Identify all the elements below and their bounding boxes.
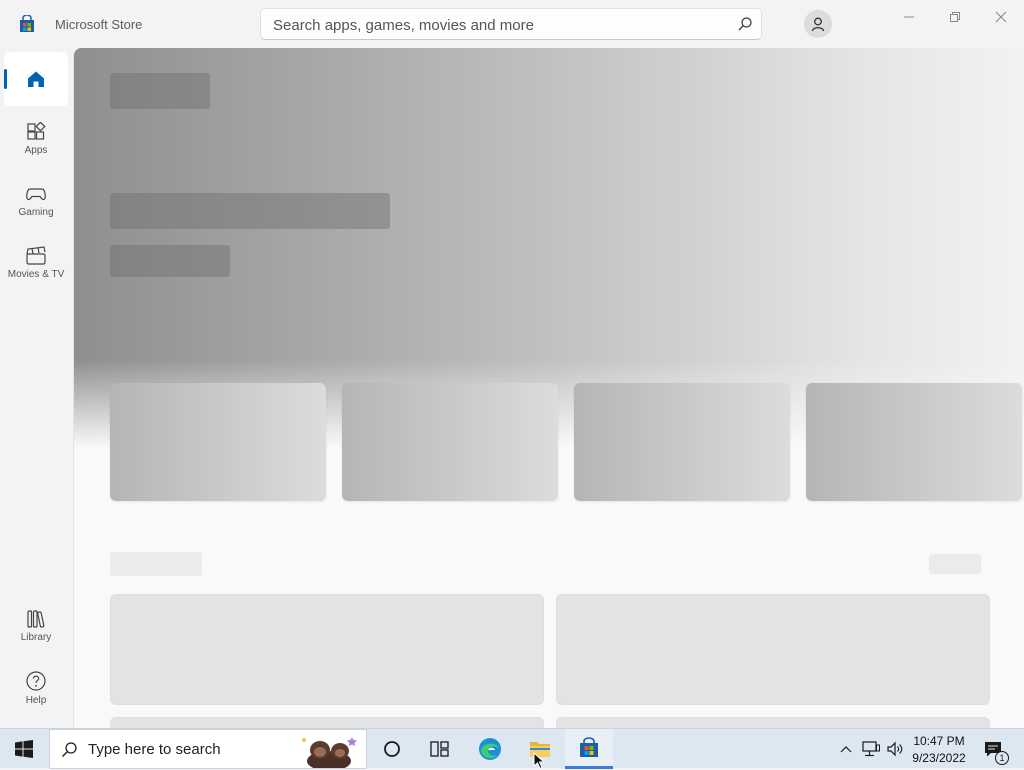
nav-item-help[interactable]: Help — [4, 659, 68, 717]
taskbar-microsoft-store[interactable] — [565, 729, 613, 769]
cortana-button[interactable] — [368, 729, 416, 769]
nav-item-label: Movies & TV — [7, 269, 65, 280]
search-icon — [62, 742, 77, 757]
microsoft-store-logo-icon — [20, 15, 34, 32]
start-button[interactable] — [0, 729, 48, 769]
taskbar-search-box[interactable]: Type here to search — [49, 729, 367, 769]
search-input[interactable] — [271, 9, 725, 41]
nav-item-movies-tv[interactable]: Movies & TV — [4, 234, 68, 292]
mouse-cursor-icon — [533, 752, 545, 770]
network-icon — [862, 741, 880, 757]
search-icon[interactable] — [737, 16, 753, 32]
nav-item-library[interactable]: Library — [4, 597, 68, 655]
app-title: Microsoft Store — [55, 17, 143, 32]
clock-time: 10:47 PM — [913, 733, 965, 748]
action-center-button[interactable]: 1 — [978, 729, 1009, 769]
nav-item-gaming[interactable]: Gaming — [4, 172, 68, 230]
hero-title-placeholder — [110, 193, 390, 229]
task-view-icon — [430, 741, 449, 757]
gamepad-icon — [26, 188, 46, 201]
notification-count-badge: 1 — [995, 751, 1009, 765]
apps-icon — [27, 122, 46, 140]
nav-item-label: Library — [20, 632, 52, 643]
close-icon — [995, 11, 1007, 23]
help-icon — [26, 671, 46, 691]
see-all-placeholder[interactable] — [929, 554, 981, 574]
edge-browser-icon — [479, 738, 501, 760]
nav-item-label: Gaming — [18, 207, 54, 218]
app-card-placeholder[interactable] — [110, 717, 544, 728]
speaker-icon — [887, 741, 903, 757]
app-card-placeholder[interactable] — [556, 594, 990, 705]
taskbar-search-placeholder: Type here to search — [88, 741, 221, 758]
minimize-icon — [904, 16, 914, 18]
featured-tile-placeholder[interactable] — [110, 383, 326, 501]
windows-logo-icon — [15, 740, 33, 758]
cortana-circle-icon — [384, 741, 400, 757]
featured-tile-placeholder[interactable] — [806, 383, 1022, 501]
nav-item-label: Help — [25, 695, 47, 706]
close-button[interactable] — [978, 6, 1024, 28]
taskbar-edge[interactable] — [466, 729, 514, 769]
nav-item-apps[interactable]: Apps — [4, 110, 68, 168]
library-icon — [27, 610, 45, 628]
taskbar-file-explorer[interactable] — [516, 729, 564, 770]
windows-taskbar: Type here to search 10:47 PM 9/23/2022 1 — [0, 728, 1024, 770]
featured-tile-placeholder[interactable] — [574, 383, 790, 501]
store-search-box[interactable] — [260, 8, 762, 41]
account-button[interactable] — [804, 10, 832, 38]
restore-button[interactable] — [932, 6, 978, 28]
nav-item-label: Apps — [24, 145, 48, 156]
home-content — [73, 48, 1024, 728]
chevron-up-icon — [840, 746, 852, 753]
featured-tile-placeholder[interactable] — [342, 383, 558, 501]
task-view-button[interactable] — [416, 729, 464, 769]
volume-button[interactable] — [884, 729, 906, 769]
microsoft-store-icon — [580, 736, 598, 757]
navigation-rail: Apps Gaming Movies & TV Library Help — [0, 48, 72, 728]
app-card-placeholder[interactable] — [556, 717, 990, 728]
title-bar: Microsoft Store — [0, 0, 1024, 48]
nav-item-home[interactable] — [4, 52, 68, 106]
selection-indicator — [4, 69, 7, 89]
app-card-placeholder[interactable] — [110, 594, 544, 705]
section-title-placeholder — [110, 552, 202, 576]
clock-button[interactable]: 10:47 PM 9/23/2022 — [904, 729, 974, 769]
hero-button-placeholder — [110, 245, 230, 277]
show-hidden-icons-button[interactable] — [836, 729, 856, 769]
clock-date: 9/23/2022 — [912, 750, 966, 765]
user-icon — [811, 17, 825, 32]
home-icon — [28, 71, 44, 87]
clapperboard-icon — [26, 246, 46, 265]
hero-tag-placeholder — [110, 73, 210, 109]
restore-icon — [950, 12, 960, 22]
minimize-button[interactable] — [886, 6, 932, 28]
search-highlight-gorilla-icon — [302, 737, 357, 768]
network-button[interactable] — [860, 729, 882, 769]
